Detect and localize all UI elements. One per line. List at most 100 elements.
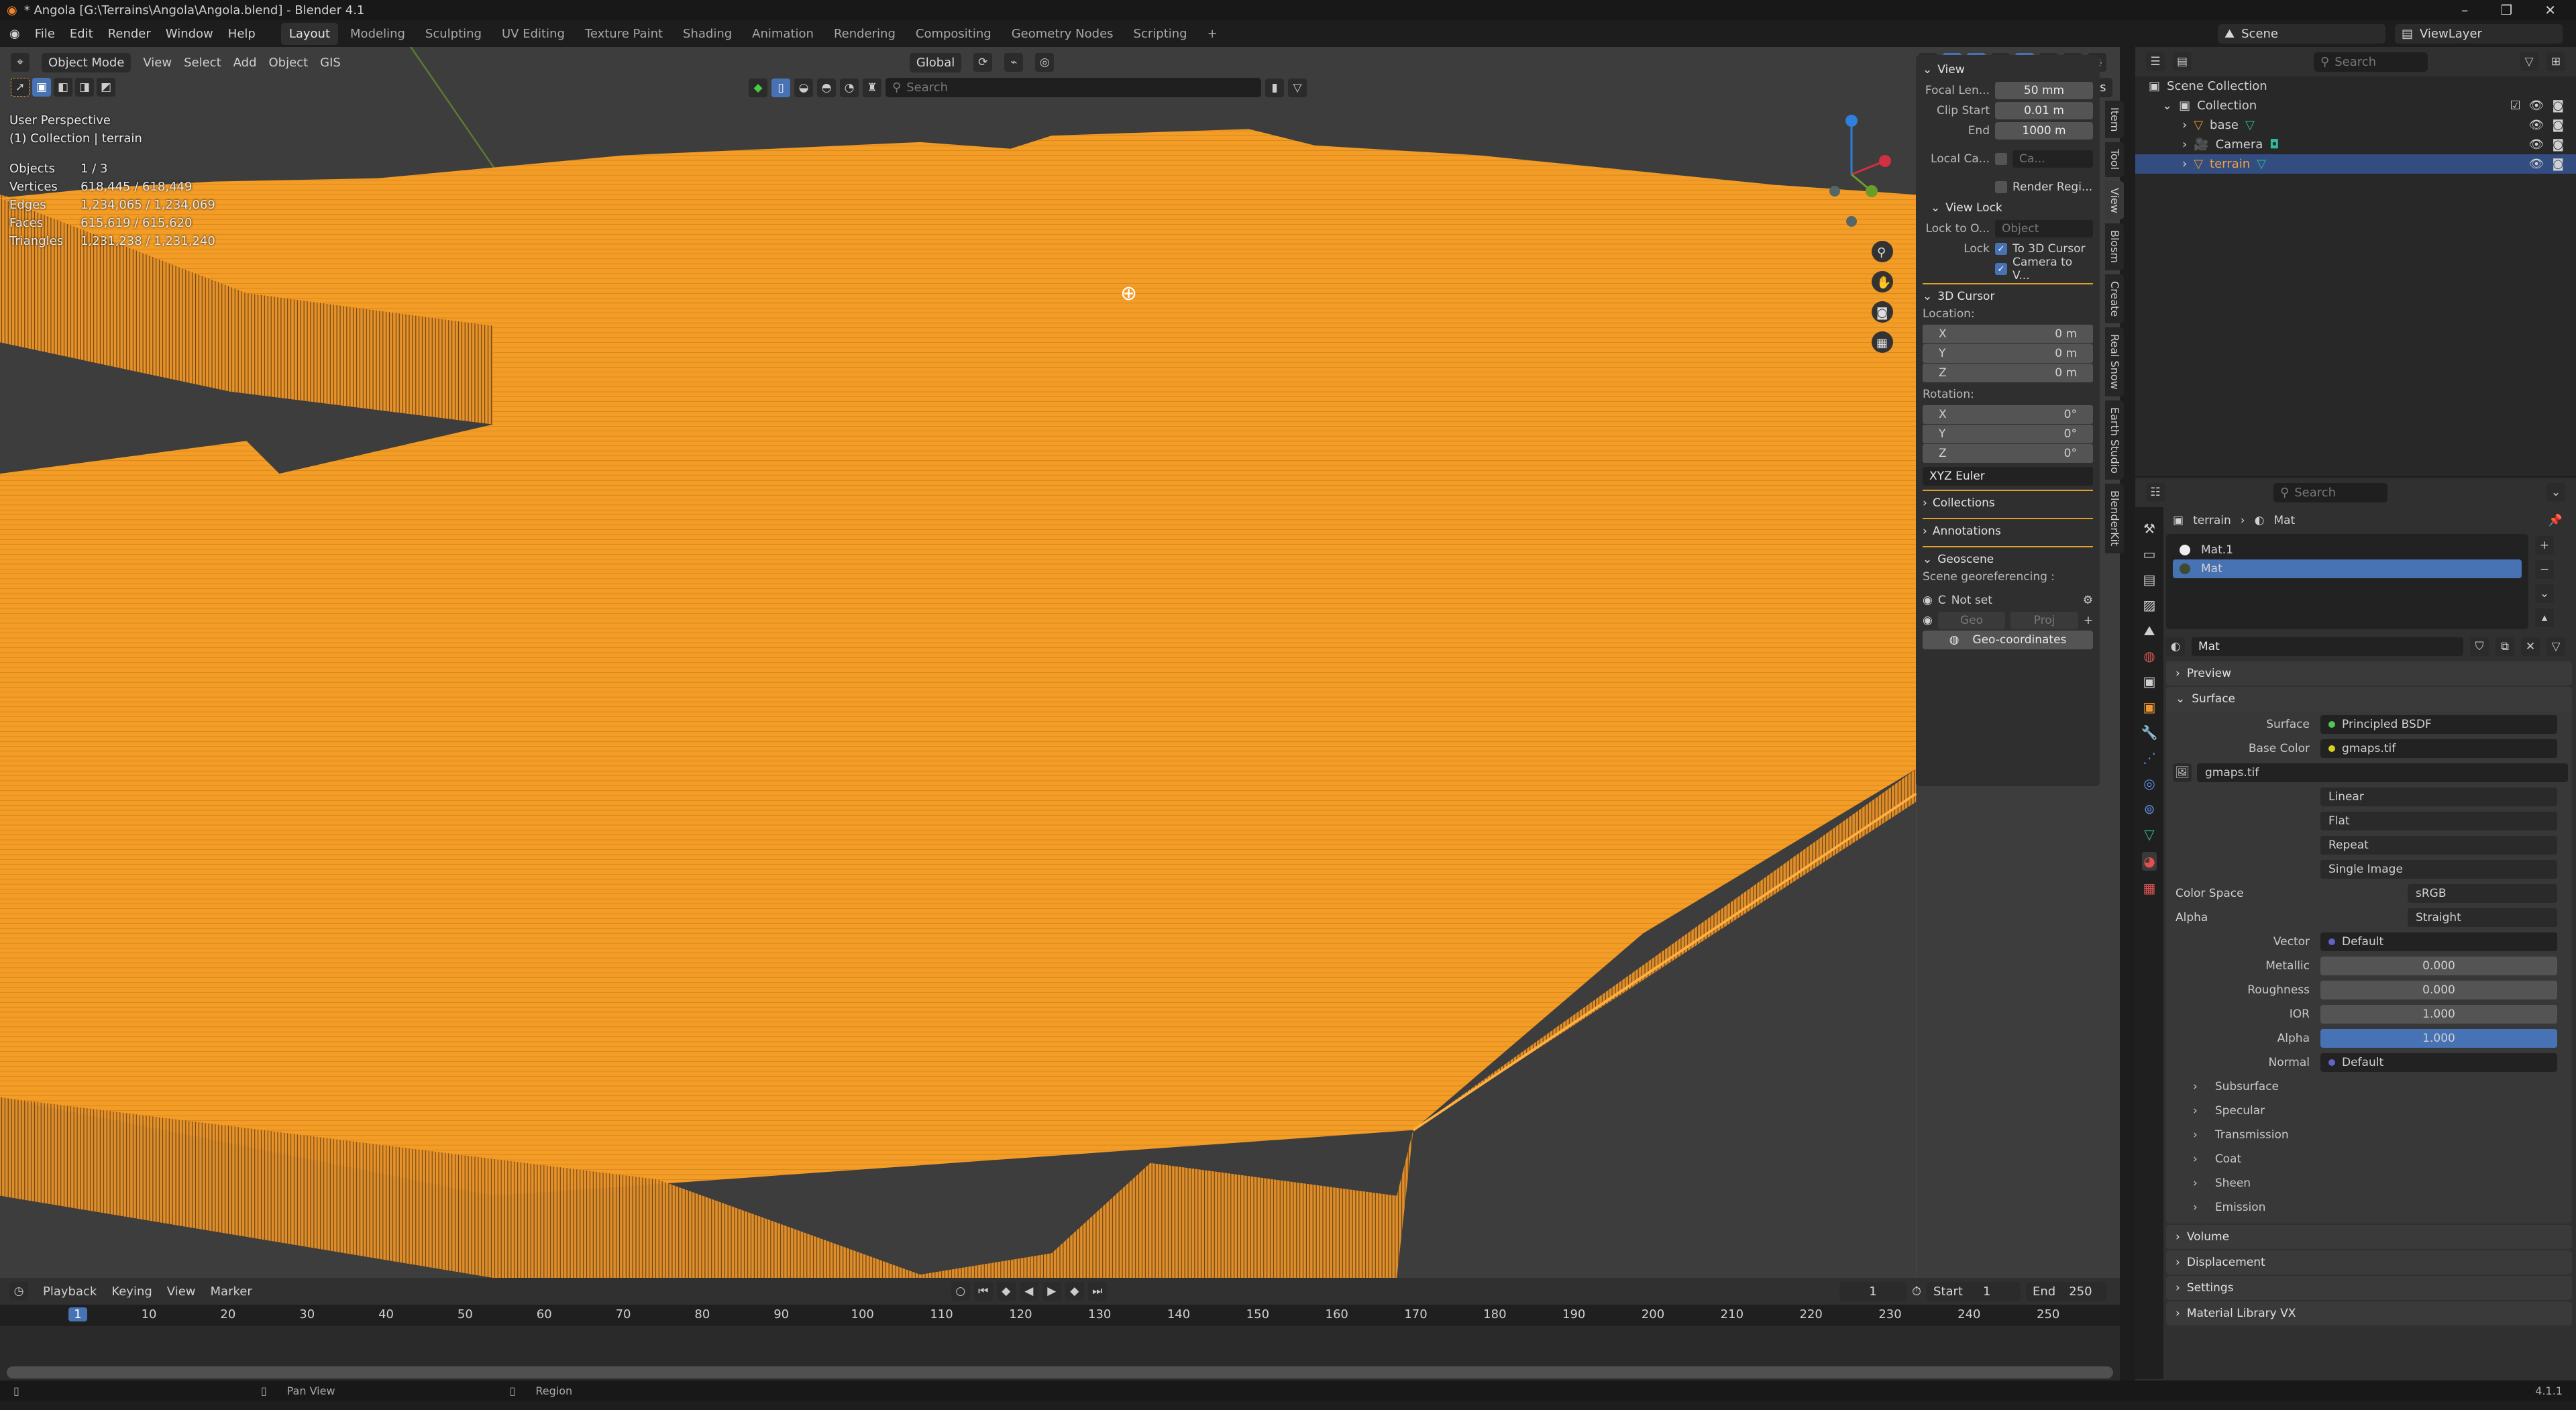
maximize-button[interactable]: ❐ bbox=[2500, 2, 2512, 18]
camera-render-icon[interactable]: ◙ bbox=[2553, 118, 2564, 132]
world-tab-icon[interactable]: ◍ bbox=[2143, 648, 2155, 664]
tab-create[interactable]: Create bbox=[2105, 274, 2124, 323]
display-mode-icon[interactable]: ☰ bbox=[2146, 52, 2165, 71]
camera-render-icon[interactable]: ◙ bbox=[2553, 138, 2564, 152]
editor-type-icon[interactable]: ☷ bbox=[2146, 483, 2165, 502]
texture-tab-icon[interactable]: ▦ bbox=[2143, 880, 2156, 896]
stopwatch-icon[interactable]: ⏱ bbox=[1912, 1285, 1921, 1299]
gear-icon[interactable]: ⚙ bbox=[2083, 594, 2093, 607]
duplicate-icon[interactable]: ⧉ bbox=[2496, 637, 2514, 656]
play-icon[interactable]: ▶ bbox=[1042, 1282, 1061, 1301]
cursor-location-x[interactable]: X 0 m bbox=[1923, 325, 2093, 343]
render-tab-icon[interactable]: ▭ bbox=[2143, 546, 2156, 562]
menu-edit[interactable]: Edit bbox=[70, 27, 93, 41]
new-collection-icon[interactable]: ⊞ bbox=[2546, 52, 2565, 71]
viewport-search[interactable]: ⚲ Search bbox=[885, 78, 1261, 97]
select-tool-icon[interactable]: ➚ bbox=[11, 78, 30, 97]
tab-earth-studio[interactable]: Earth Studio bbox=[2105, 400, 2124, 480]
panel-surface[interactable]: ⌄ Surface bbox=[2166, 687, 2572, 711]
tab-blenderkit[interactable]: BlenderKit bbox=[2105, 484, 2124, 553]
view-layer-filter-icon[interactable]: ▤ bbox=[2173, 52, 2192, 71]
panel-view-lock-header[interactable]: ⌄ View Lock bbox=[1923, 197, 2093, 219]
tab-real-snow[interactable]: Real Snow bbox=[2105, 327, 2124, 396]
select-new-icon[interactable]: ▣ bbox=[32, 78, 51, 97]
tab-texture-paint[interactable]: Texture Paint bbox=[577, 23, 671, 45]
modifier-tab-icon[interactable]: 🔧 bbox=[2141, 724, 2158, 741]
outliner-item-base[interactable]: › ▽ base ▽ 👁 ◙ bbox=[2135, 115, 2576, 135]
remove-slot-button[interactable]: − bbox=[2535, 560, 2554, 579]
tab-blosm[interactable]: Blosm bbox=[2105, 223, 2124, 270]
outliner-item-camera[interactable]: › 🎥 Camera ◘ 👁 ◙ bbox=[2135, 135, 2576, 154]
subpanel-specular[interactable]: › Specular bbox=[2166, 1099, 2572, 1123]
clip-start-field[interactable]: 0.01 m bbox=[1995, 102, 2093, 119]
base-color-field[interactable]: gmaps.tif bbox=[2320, 739, 2557, 758]
image-name-field[interactable]: gmaps.tif bbox=[2197, 763, 2568, 782]
menu-file[interactable]: File bbox=[35, 27, 55, 41]
roughness-slider[interactable]: 0.000 bbox=[2320, 981, 2557, 999]
jump-end-icon[interactable]: ⏭ bbox=[1087, 1282, 1107, 1301]
material-slot[interactable]: Mat.1 bbox=[2173, 541, 2522, 559]
timeline-editor-icon[interactable]: ◷ bbox=[9, 1282, 28, 1301]
render-region-checkbox[interactable] bbox=[1995, 181, 2007, 193]
tab-item[interactable]: Item bbox=[2105, 101, 2124, 139]
clip-end-field[interactable]: 1000 m bbox=[1995, 122, 2093, 140]
panel-preview[interactable]: › Preview bbox=[2166, 661, 2572, 686]
menu-view[interactable]: View bbox=[143, 56, 172, 70]
panel-settings[interactable]: › Settings bbox=[2166, 1276, 2572, 1300]
material-name-field[interactable]: Mat bbox=[2192, 637, 2463, 656]
unlink-icon[interactable]: ✕ bbox=[2521, 637, 2540, 656]
next-keyframe-icon[interactable]: ◆ bbox=[1065, 1282, 1084, 1301]
tab-shading[interactable]: Shading bbox=[675, 23, 740, 45]
panel-view-header[interactable]: ⌄ View bbox=[1923, 59, 2093, 80]
menu-marker[interactable]: Marker bbox=[211, 1285, 252, 1299]
subpanel-emission[interactable]: › Emission bbox=[2166, 1195, 2572, 1219]
slot-specials-button[interactable]: ⌄ bbox=[2535, 584, 2554, 603]
image-icon[interactable]: 🖼 bbox=[2173, 763, 2192, 782]
projection-dropdown[interactable]: Flat bbox=[2320, 812, 2557, 830]
jump-start-icon[interactable]: ⏮ bbox=[973, 1282, 993, 1301]
chevron-down-icon[interactable]: ⌄ bbox=[2546, 483, 2565, 502]
vector-field[interactable]: Default bbox=[2320, 932, 2557, 951]
camera-render-icon[interactable]: ◙ bbox=[2553, 157, 2564, 171]
local-camera-field[interactable]: Ca... bbox=[2012, 150, 2093, 168]
scene-collection-row[interactable]: ▣ Scene Collection bbox=[2135, 76, 2576, 96]
rotation-mode-dropdown[interactable]: XYZ Euler bbox=[1923, 467, 2093, 486]
scene-selector[interactable]: ⛰ Scene bbox=[2218, 23, 2385, 44]
end-frame-field[interactable]: End 250 bbox=[2026, 1281, 2106, 1301]
tab-modeling[interactable]: Modeling bbox=[342, 23, 413, 45]
tab-tool[interactable]: Tool bbox=[2105, 142, 2124, 177]
color-space-dropdown[interactable]: sRGB bbox=[2408, 884, 2557, 903]
cursor-rotation-z[interactable]: Z 0° bbox=[1923, 444, 2093, 463]
add-workspace-button[interactable]: + bbox=[1199, 23, 1226, 45]
editor-type-icon[interactable]: ⌖ bbox=[11, 53, 30, 72]
current-frame-field[interactable]: 1 bbox=[1839, 1281, 1907, 1301]
checkbox-icon[interactable]: ☑ bbox=[2510, 99, 2521, 113]
cursor-location-z[interactable]: Z 0 m bbox=[1923, 364, 2093, 382]
frame-ruler[interactable]: 1 10 20 30 40 50 60 70 80 90 100 110 120 130 140 150 160… bbox=[0, 1305, 2120, 1326]
tab-layout[interactable]: Layout bbox=[280, 22, 339, 45]
subpanel-transmission[interactable]: › Transmission bbox=[2166, 1123, 2572, 1147]
prev-keyframe-icon[interactable]: ◆ bbox=[996, 1282, 1016, 1301]
eye-icon[interactable]: 👁 bbox=[2529, 157, 2544, 171]
material-icon[interactable]: ◓ bbox=[817, 78, 836, 97]
move-slot-up-button[interactable]: ▴ bbox=[2535, 608, 2554, 627]
panel-geoscene-header[interactable]: ⌄ Geoscene bbox=[1923, 549, 2093, 570]
output-tab-icon[interactable]: ▤ bbox=[2143, 572, 2156, 588]
data-tab-icon[interactable]: ▽ bbox=[2144, 826, 2154, 843]
focal-length-field[interactable]: 50 mm bbox=[1995, 82, 2093, 99]
menu-add[interactable]: Add bbox=[233, 56, 257, 70]
brush-icon[interactable]: ♜ bbox=[863, 78, 881, 97]
radio-icon[interactable]: ◉ bbox=[1923, 614, 1933, 627]
select-intersect-icon[interactable]: ◩ bbox=[97, 78, 115, 97]
panel-volume[interactable]: › Volume bbox=[2166, 1225, 2572, 1249]
tab-sculpting[interactable]: Sculpting bbox=[417, 23, 490, 45]
fake-user-icon[interactable]: ⛉ bbox=[2470, 637, 2489, 656]
menu-window[interactable]: Window bbox=[166, 27, 213, 41]
mode-selector[interactable]: Object Mode bbox=[42, 52, 131, 72]
add-slot-button[interactable]: + bbox=[2535, 536, 2554, 555]
tab-geometry-nodes[interactable]: Geometry Nodes bbox=[1004, 23, 1122, 45]
subpanel-sheen[interactable]: › Sheen bbox=[2166, 1171, 2572, 1195]
lock-to-object-field[interactable]: Object bbox=[1995, 220, 2093, 237]
eye-icon[interactable]: 👁 bbox=[2529, 99, 2544, 113]
lock-to-cursor-checkbox[interactable]: ✓ bbox=[1995, 243, 2007, 255]
